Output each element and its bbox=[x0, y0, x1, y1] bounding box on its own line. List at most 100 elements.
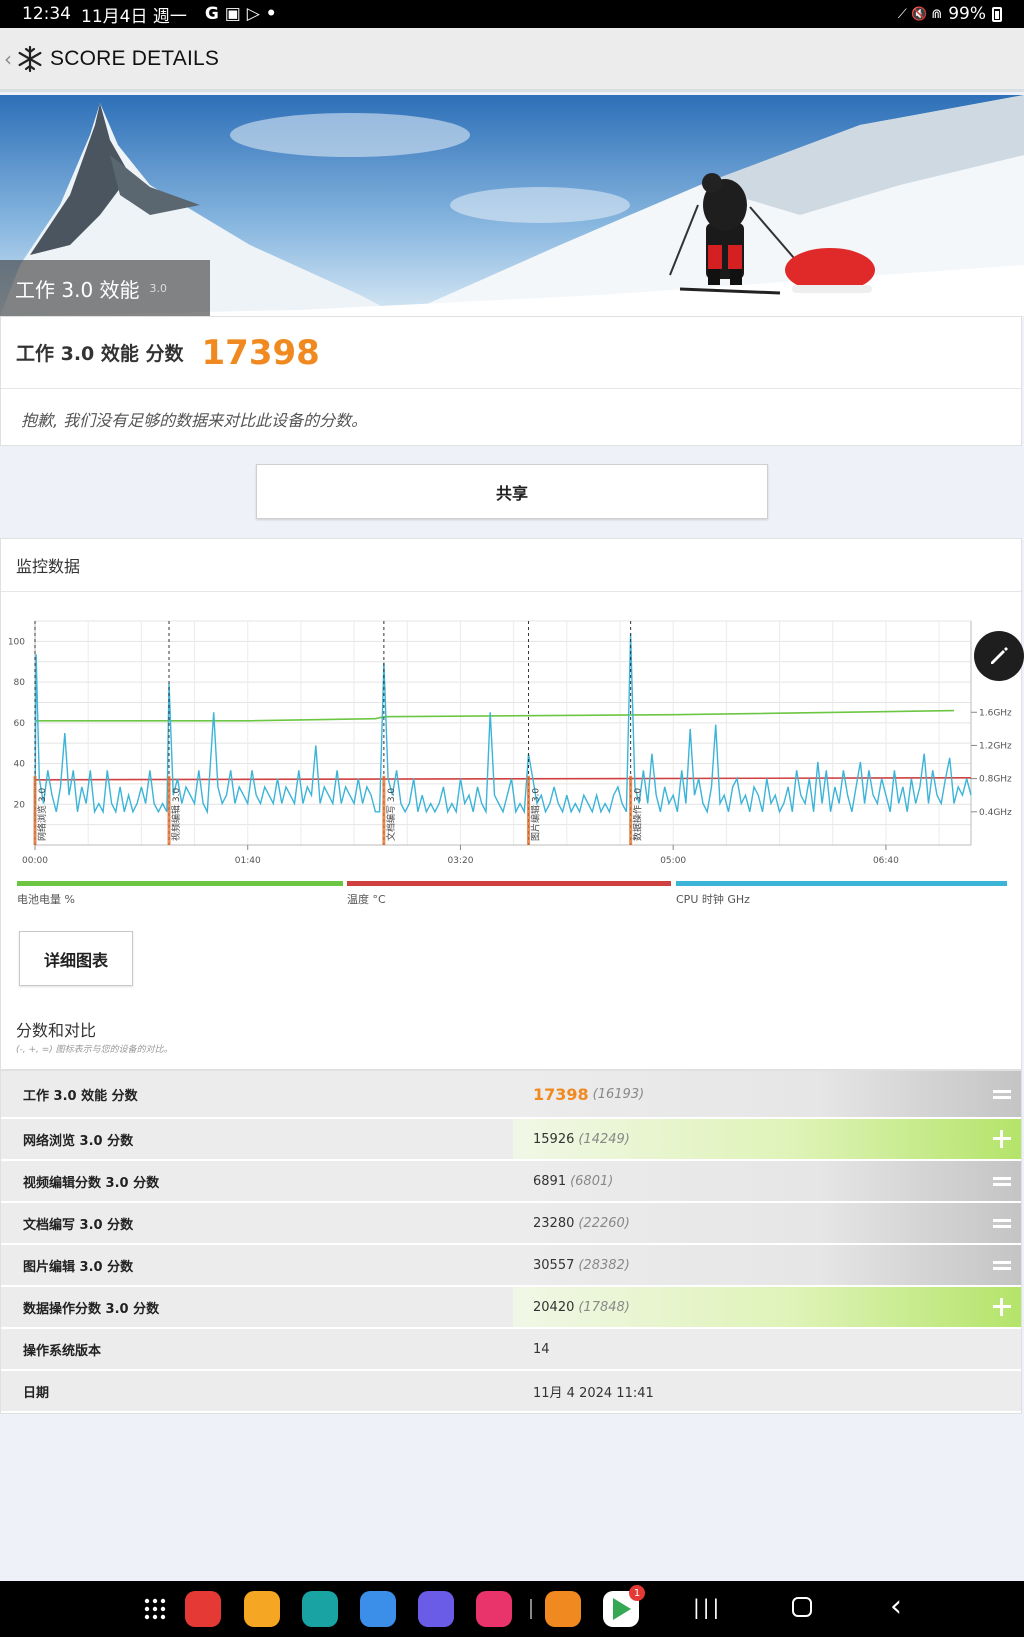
score-table: 工作 3.0 效能 分数 17398 (16193) 网络浏览 3.0 分数 15926… bbox=[0, 1070, 1022, 1414]
table-row: 图片编辑 3.0 分数 30557 (28382) bbox=[1, 1245, 1021, 1287]
notification-badge: 1 bbox=[629, 1585, 645, 1601]
table-row: 网络浏览 3.0 分数 15926 (14249) bbox=[1, 1119, 1021, 1161]
series-line-0 bbox=[35, 709, 955, 722]
notes-app-icon[interactable] bbox=[185, 1591, 221, 1627]
score-row: 工作 3.0 效能 分数 17398 bbox=[1, 317, 1021, 389]
x-tick-label: 01:40 bbox=[235, 856, 261, 866]
internet-app-icon[interactable] bbox=[418, 1591, 454, 1627]
row-value: 15926 bbox=[533, 1131, 575, 1147]
legend-temperature-swatch bbox=[347, 881, 671, 886]
section-marker-label: 视频编辑 3.0 bbox=[170, 788, 182, 841]
row-value-cell: 20420 (17848) bbox=[513, 1287, 1021, 1327]
recents-icon[interactable]: ||| bbox=[693, 1595, 722, 1619]
status-bar: 12:34 11月4日 週一 G ▣ ▷ • ⟋ 🔇 ⋒ 99% bbox=[0, 0, 1024, 28]
score-label: 工作 3.0 效能 分数 bbox=[16, 343, 184, 365]
row-label: 日期 bbox=[23, 1385, 50, 1401]
row-value: 20420 bbox=[533, 1299, 575, 1315]
legend-cpu-label: CPU 时钟 GHz bbox=[676, 893, 750, 906]
score-card: 工作 3.0 效能 分数 17398 抱歉, 我们没有足够的数据来对比此设备的分… bbox=[0, 316, 1022, 446]
page-title: SCORE DETAILS bbox=[50, 46, 220, 70]
section-marker-bar bbox=[33, 775, 37, 845]
row-value: 6891 bbox=[533, 1173, 567, 1189]
row-average: (6801) bbox=[570, 1173, 614, 1189]
status-time: 12:34 bbox=[22, 4, 71, 24]
section-marker-bar bbox=[167, 775, 171, 845]
equal-icon bbox=[993, 1172, 1011, 1190]
y-right-tick-label: 1.6GHz bbox=[979, 708, 1012, 718]
pencil-icon bbox=[991, 647, 1008, 664]
row-average: (28382) bbox=[578, 1257, 630, 1273]
section-marker-label: 数据操作 3.0 bbox=[632, 788, 644, 841]
section-marker-label: 网络浏览 3.0 bbox=[36, 788, 48, 841]
row-label: 工作 3.0 效能 分数 bbox=[23, 1088, 138, 1104]
edit-fab[interactable] bbox=[974, 631, 1024, 681]
legend-battery: 电池电量 % bbox=[17, 881, 343, 907]
plus-icon bbox=[993, 1298, 1011, 1316]
row-value-cell: 23280 (22260) bbox=[513, 1203, 1021, 1243]
row-value: 30557 bbox=[533, 1257, 575, 1273]
row-label: 图片编辑 3.0 分数 bbox=[23, 1259, 134, 1275]
table-row: 视频编辑分数 3.0 分数 6891 (6801) bbox=[1, 1161, 1021, 1203]
battery-icon bbox=[992, 6, 1002, 22]
x-tick-label: 06:40 bbox=[873, 856, 899, 866]
y-tick-label: 20 bbox=[14, 800, 26, 810]
row-value-cell: 14 bbox=[513, 1329, 1021, 1369]
row-average: (22260) bbox=[578, 1215, 630, 1231]
row-label: 文档编写 3.0 分数 bbox=[23, 1217, 134, 1233]
row-average: (17848) bbox=[578, 1299, 630, 1315]
snowflake-logo-icon bbox=[18, 45, 42, 72]
score-note: 抱歉, 我们没有足够的数据来对比此设备的分数。 bbox=[21, 411, 368, 430]
app-drawer-icon[interactable] bbox=[137, 1591, 173, 1627]
share-button[interactable]: 共享 bbox=[256, 464, 768, 519]
legend-cpu-swatch bbox=[676, 881, 1007, 886]
y-tick-label: 60 bbox=[14, 719, 26, 729]
section-marker-label: 文档编写 3.0 bbox=[385, 788, 397, 841]
x-tick-label: 00:00 bbox=[22, 856, 48, 866]
row-value-cell: 6891 (6801) bbox=[513, 1161, 1021, 1201]
section-marker-label: 图片编辑 3.0 bbox=[530, 788, 542, 841]
calendar-app-icon[interactable] bbox=[302, 1591, 338, 1627]
home-icon[interactable] bbox=[792, 1597, 812, 1617]
play-store-icon[interactable]: 1 bbox=[603, 1585, 645, 1627]
table-row: 日期 11月 4 2024 11:41 bbox=[1, 1371, 1021, 1413]
row-average: (16193) bbox=[592, 1086, 645, 1102]
section-marker-bar bbox=[382, 775, 386, 845]
messages-app-icon[interactable] bbox=[360, 1591, 396, 1627]
row-value: 23280 bbox=[533, 1215, 575, 1231]
battery-percent: 99% bbox=[948, 4, 986, 24]
legend-temperature-label: 温度 °C bbox=[347, 893, 386, 906]
back-chevron-icon[interactable]: ‹ bbox=[4, 47, 14, 71]
divider bbox=[1, 591, 1023, 592]
back-icon[interactable]: ‹ bbox=[890, 1589, 902, 1624]
equal-icon bbox=[993, 1214, 1011, 1232]
compare-note: (-, +, =) 图标表示与您的设备的对比。 bbox=[16, 1045, 173, 1055]
row-label: 网络浏览 3.0 分数 bbox=[23, 1133, 134, 1149]
files-app-icon[interactable] bbox=[244, 1591, 280, 1627]
row-value-cell: 30557 (28382) bbox=[513, 1245, 1021, 1285]
row-value-cell: 11月 4 2024 11:41 bbox=[513, 1371, 1021, 1411]
score-value: 17398 bbox=[201, 332, 320, 373]
series-line-1 bbox=[34, 777, 972, 781]
table-row: 操作系统版本 14 bbox=[1, 1329, 1021, 1371]
y-right-tick-label: 0.8GHz bbox=[979, 775, 1012, 785]
monitor-title: 监控数据 bbox=[16, 557, 81, 576]
table-row: 工作 3.0 效能 分数 17398 (16193) bbox=[1, 1071, 1021, 1119]
legend-battery-label: 电池电量 % bbox=[17, 893, 75, 906]
3dmark-app-icon[interactable] bbox=[545, 1591, 581, 1627]
detail-chart-button[interactable]: 详细图表 bbox=[19, 931, 133, 986]
row-label: 视频编辑分数 3.0 分数 bbox=[23, 1175, 160, 1191]
table-row: 数据操作分数 3.0 分数 20420 (17848) bbox=[1, 1287, 1021, 1329]
legend-temperature: 温度 °C bbox=[347, 881, 671, 907]
row-value-cell: 15926 (14249) bbox=[513, 1119, 1021, 1159]
app-bar: ‹ SCORE DETAILS bbox=[0, 28, 1024, 92]
row-label: 操作系统版本 bbox=[23, 1343, 102, 1359]
section-marker-bar bbox=[629, 775, 633, 845]
hero-caption-title: 工作 3.0 效能 bbox=[15, 277, 140, 302]
monitor-chart: 20 40 60 80 100 0.4GHz 0.8GHz 1.2GHz 1.6GHz 00:00… bbox=[8, 620, 1012, 866]
camera-app-icon[interactable] bbox=[476, 1591, 512, 1627]
hero-caption: 工作 3.0 效能 3.0 bbox=[0, 260, 210, 316]
y-right-tick-label: 1.2GHz bbox=[979, 741, 1012, 751]
x-tick-label: 03:20 bbox=[447, 856, 473, 866]
y-tick-label: 80 bbox=[14, 678, 26, 688]
legend-battery-swatch bbox=[17, 881, 343, 886]
